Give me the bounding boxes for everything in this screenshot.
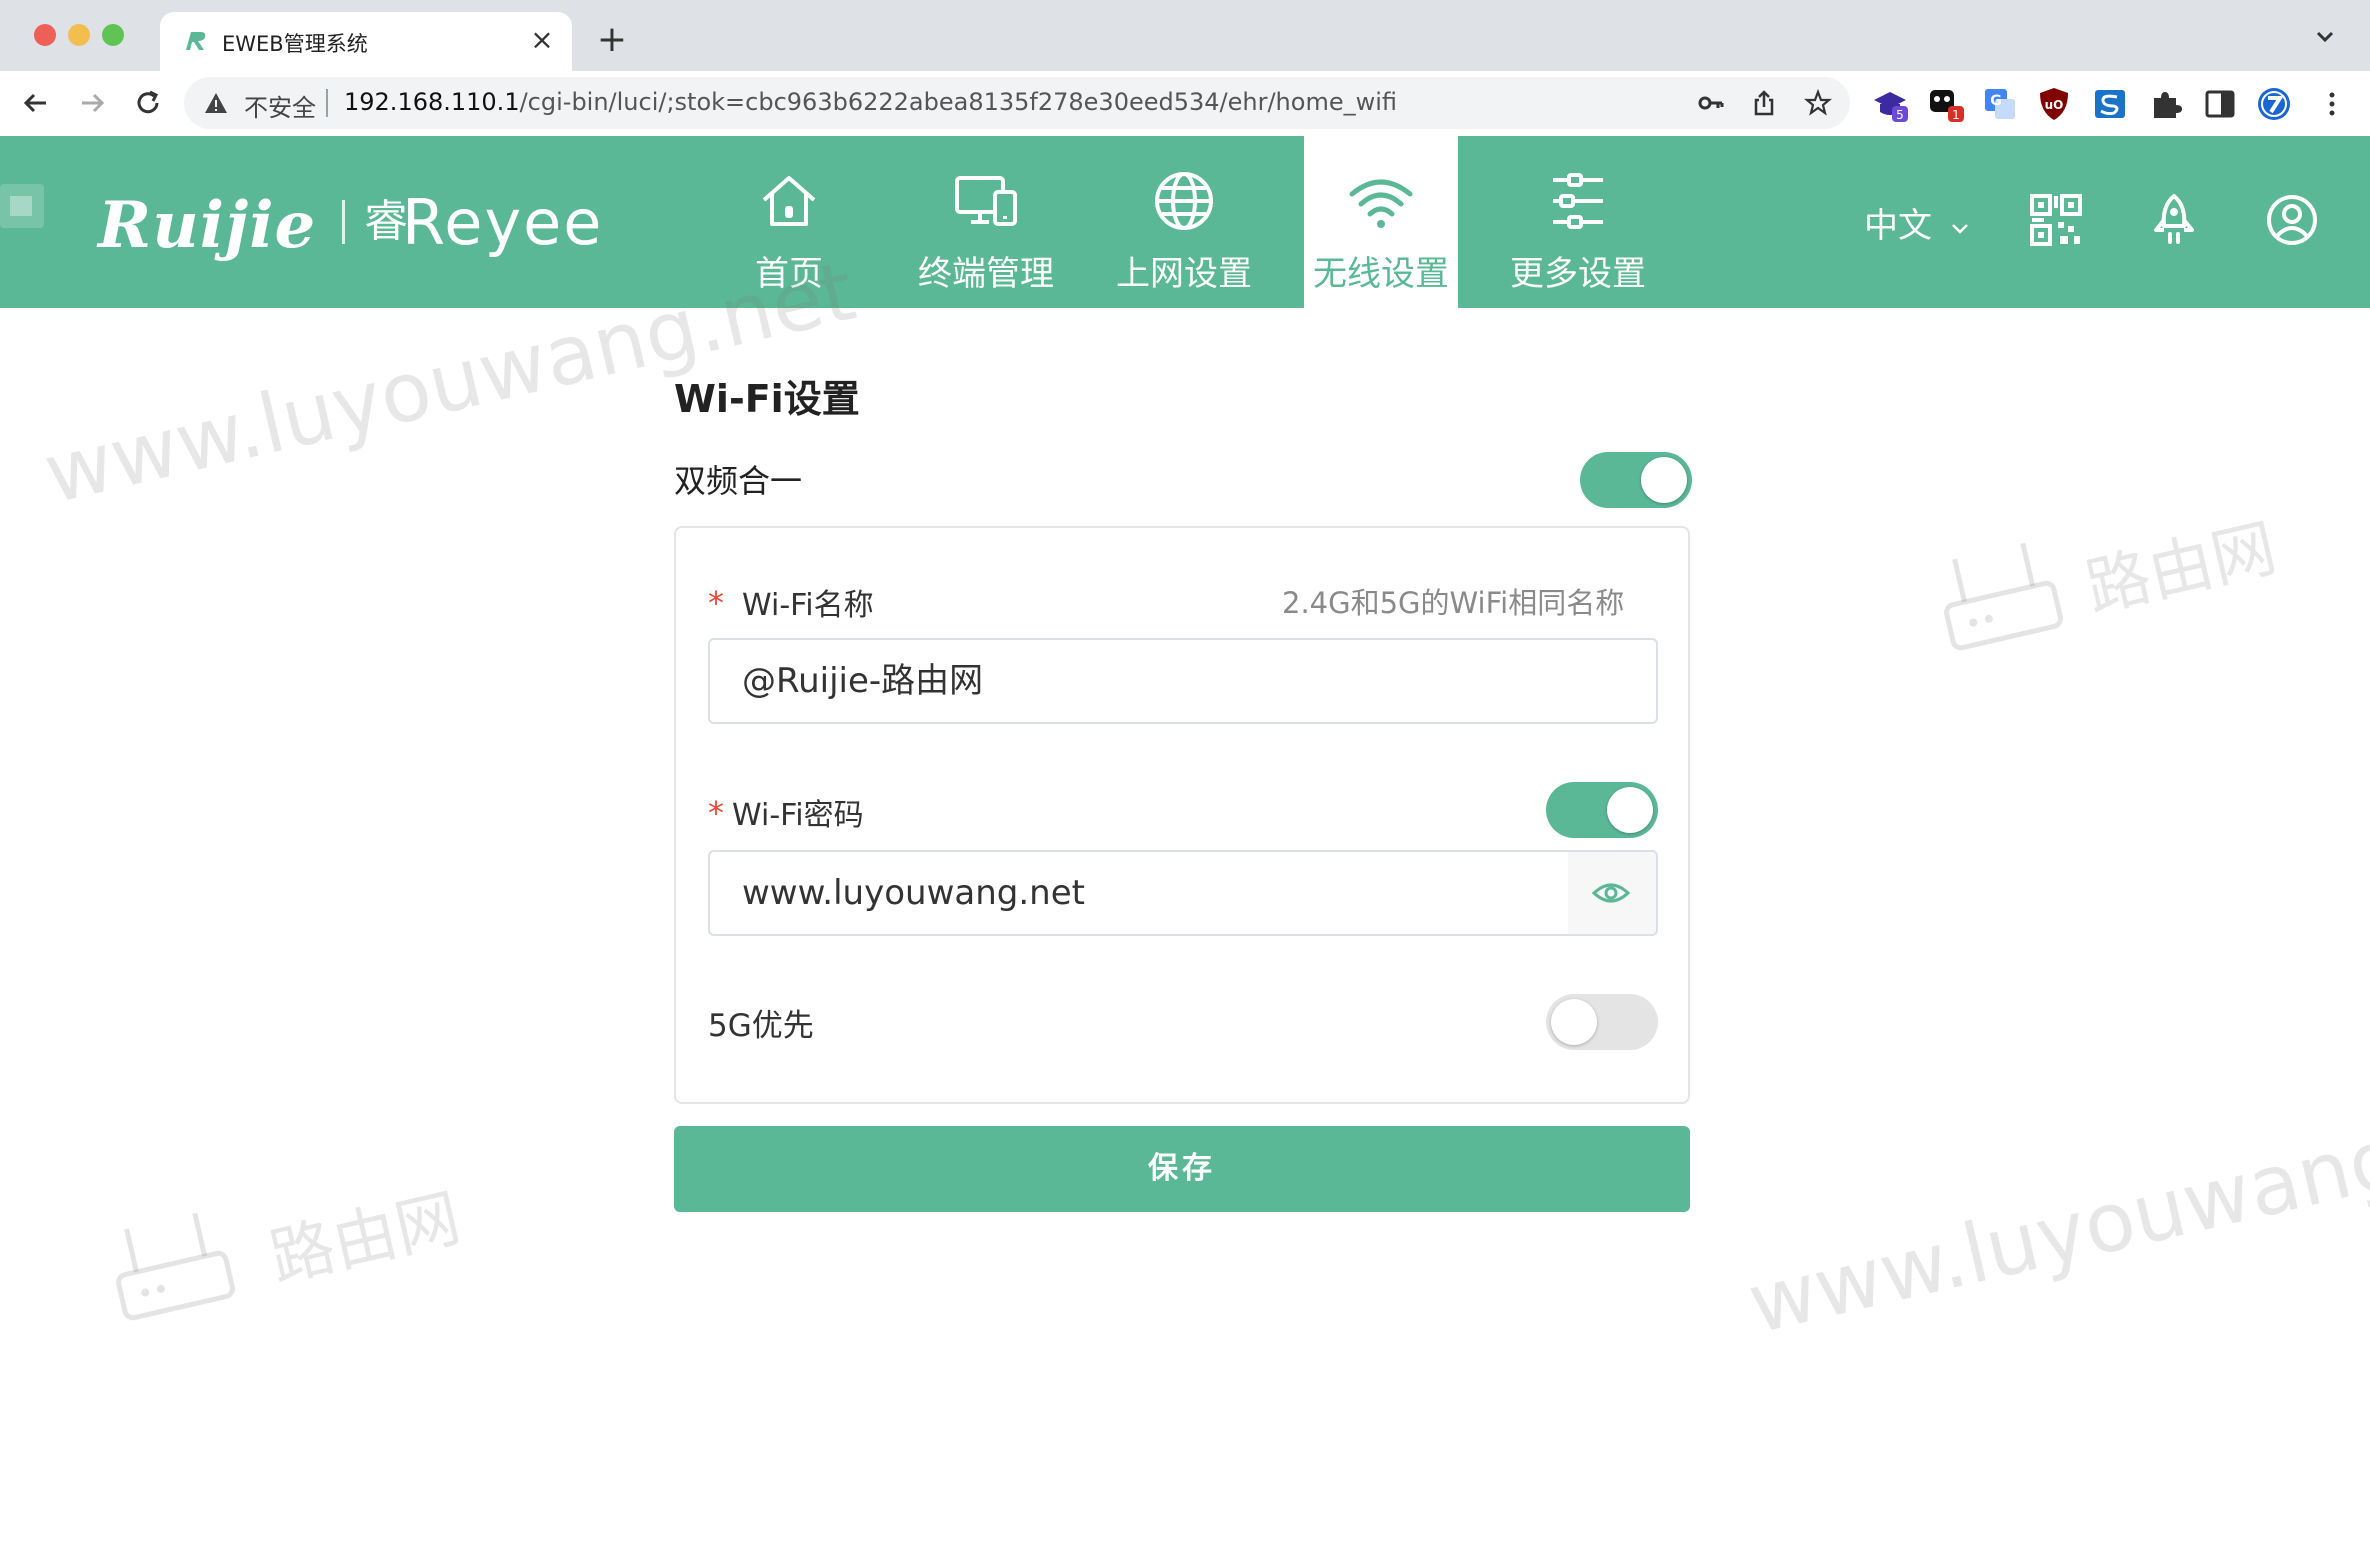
nav-item-wireless[interactable]: 无线设置 — [1304, 136, 1458, 308]
logo-divider — [342, 200, 345, 244]
required-mark: * — [708, 794, 724, 832]
ruijie-logo: Ruijie — [98, 188, 317, 263]
router-watermark-icon — [1944, 542, 2063, 651]
nav-label: 更多设置 — [1510, 254, 1646, 294]
key-icon[interactable] — [1696, 89, 1724, 117]
language-dropdown[interactable]: 中文 — [1864, 198, 1971, 247]
bookmark-star-icon[interactable] — [1804, 89, 1832, 117]
nav-label: 上网设置 — [1116, 254, 1252, 294]
rocket-icon[interactable] — [2146, 192, 2202, 248]
back-arrow-icon[interactable] — [16, 83, 56, 123]
language-label: 中文 — [1864, 206, 1932, 246]
security-separator — [326, 89, 328, 117]
forward-arrow-icon[interactable] — [72, 83, 112, 123]
share-icon[interactable] — [1750, 89, 1778, 117]
extension-badge-count: 5 — [1896, 108, 1904, 122]
browser-tab[interactable]: EWEB管理系统 × — [160, 12, 572, 71]
page-title: Wi-Fi设置 — [674, 377, 860, 421]
extension-graduation-icon[interactable]: 5 — [1872, 86, 1908, 122]
sidebar-toggle-icon[interactable] — [0, 184, 44, 228]
ssid-hint: 2.4G和5G的WiFi相同名称 — [1282, 586, 1625, 620]
window-minimize-button[interactable] — [68, 24, 90, 46]
nav-item-internet[interactable]: 上网设置 — [1098, 136, 1270, 308]
side-panel-icon[interactable] — [2202, 86, 2238, 122]
extension-badge-count: 1 — [1952, 108, 1960, 122]
security-status[interactable]: 不安全 — [244, 88, 316, 123]
address-bar[interactable]: 不安全 192.168.110.1/cgi-bin/luci/;stok=cbc… — [184, 77, 1850, 129]
user-icon[interactable] — [2264, 192, 2320, 248]
ssid-label: Wi-Fi名称 — [742, 588, 874, 623]
qrcode-icon[interactable] — [2028, 192, 2084, 248]
nav-item-more[interactable]: 更多设置 — [1492, 136, 1664, 308]
globe-icon — [1155, 172, 1213, 230]
browser-menu-icon[interactable] — [2314, 86, 2350, 122]
devices-icon — [955, 176, 1017, 226]
profile-avatar-icon[interactable] — [2256, 86, 2292, 122]
toggle-knob — [1641, 457, 1687, 503]
translate-extension-icon[interactable]: G — [1982, 86, 2018, 122]
browser-tab-strip: EWEB管理系统 × + — [0, 0, 2370, 71]
new-tab-button[interactable]: + — [592, 20, 632, 60]
watermark-cn-text: 路由网 — [263, 1181, 468, 1297]
sliders-icon — [1553, 173, 1603, 229]
puzzle-extensions-icon[interactable] — [2148, 86, 2184, 122]
chevron-down-icon — [1951, 223, 1968, 234]
password-label: Wi-Fi密码 — [732, 798, 864, 833]
save-button[interactable]: 保存 — [674, 1126, 1690, 1212]
watermark-text: www.luyouwang.net — [1740, 1073, 2370, 1353]
app-header: Ruijie 睿 Reyee 首页 终端管理 上网设置 无线设置 更多设置 中文 — [0, 136, 2370, 308]
dual-band-toggle[interactable] — [1580, 452, 1692, 508]
password-toggle[interactable] — [1546, 782, 1658, 838]
nav-label: 无线设置 — [1313, 254, 1449, 294]
window-close-button[interactable] — [34, 24, 56, 46]
show-password-button[interactable] — [1568, 850, 1658, 936]
ruijie-r-icon — [186, 32, 206, 50]
dual-band-label: 双频合一 — [674, 462, 803, 500]
prefer-5g-toggle[interactable] — [1546, 994, 1658, 1050]
browser-toolbar: 不安全 192.168.110.1/cgi-bin/luci/;stok=cbc… — [0, 71, 2370, 137]
wifi-icon — [1349, 179, 1413, 228]
required-mark: * — [708, 584, 724, 622]
tab-search-chevron-icon[interactable] — [2310, 22, 2340, 52]
svg-text:uO: uO — [2045, 98, 2064, 112]
warning-triangle-icon[interactable] — [204, 91, 228, 115]
tab-title: EWEB管理系统 — [222, 32, 368, 56]
eye-icon — [1591, 883, 1631, 903]
nav-item-devices[interactable]: 终端管理 — [900, 136, 1072, 308]
url-text[interactable]: 192.168.110.1/cgi-bin/luci/;stok=cbc963b… — [344, 88, 1397, 116]
nav-label: 终端管理 — [918, 254, 1054, 294]
prefer-5g-label: 5G优先 — [708, 1008, 814, 1044]
reyee-logo: Reyee — [402, 186, 604, 259]
extension-ghost-icon[interactable]: 1 — [1928, 86, 1964, 122]
reload-icon[interactable] — [128, 83, 168, 123]
router-watermark-icon — [116, 1212, 235, 1321]
svg-text:G: G — [1990, 93, 2002, 109]
home-icon — [762, 176, 816, 226]
password-input[interactable]: www.luyouwang.net — [708, 850, 1570, 936]
ssid-input[interactable]: @Ruijie-路由网 — [708, 638, 1658, 724]
watermark-cn-text: 路由网 — [2079, 511, 2284, 627]
tab-close-icon[interactable]: × — [524, 22, 560, 58]
window-zoom-button[interactable] — [102, 24, 124, 46]
extension-s-icon[interactable] — [2092, 86, 2128, 122]
url-path: /cgi-bin/luci/;stok=cbc963b6222abea8135f… — [519, 88, 1397, 116]
toggle-knob — [1551, 999, 1597, 1045]
url-host: 192.168.110.1 — [344, 88, 520, 116]
ublock-shield-icon[interactable]: uO — [2036, 86, 2072, 122]
toggle-knob — [1607, 787, 1653, 833]
